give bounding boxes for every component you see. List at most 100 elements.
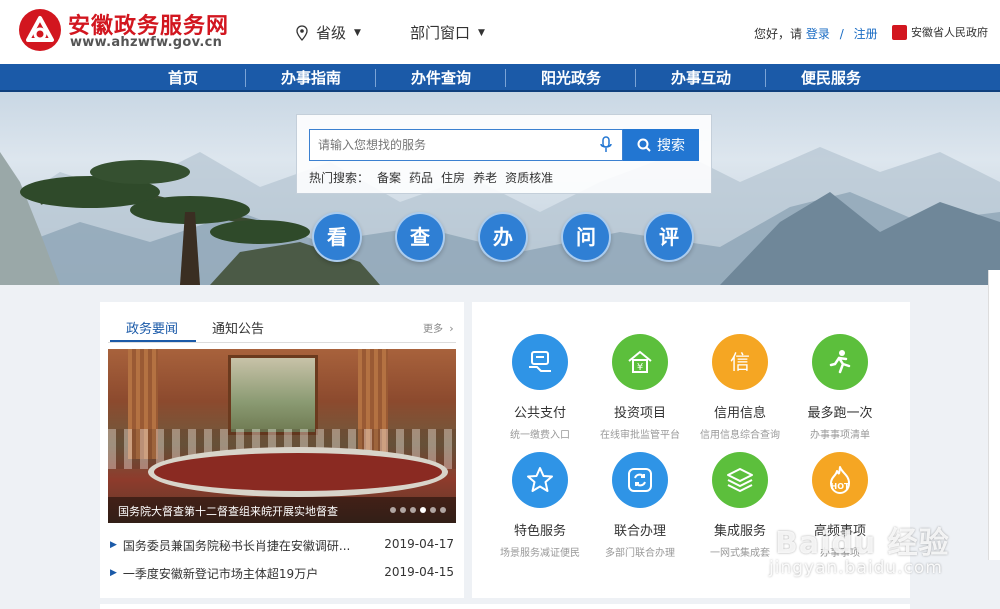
main-nav: 首页 办事指南 办件查询 阳光政务 办事互动 便民服务 <box>0 64 1000 92</box>
search-button[interactable]: 搜索 <box>623 129 699 161</box>
nav-item-convenience[interactable]: 便民服务 <box>766 64 896 92</box>
bullet-icon: ▶ <box>110 568 117 578</box>
slide-dot[interactable] <box>420 507 426 513</box>
side-float-bar[interactable] <box>988 270 1000 560</box>
news-date: 2019-04-17 <box>384 537 454 551</box>
search-input[interactable] <box>309 129 623 161</box>
site-logo-icon[interactable] <box>18 8 62 52</box>
service-name: 集成服务 <box>713 524 766 539</box>
runner-icon <box>829 350 851 374</box>
nav-item-interaction[interactable]: 办事互动 <box>636 64 766 92</box>
tab-announcements[interactable]: 通知公告 <box>212 318 264 337</box>
region-selector[interactable]: 省级 ▼ <box>296 22 361 43</box>
service-name: 高频事项 <box>813 524 866 539</box>
slide-dot[interactable] <box>400 507 406 513</box>
tab-divider <box>108 342 456 343</box>
bullet-icon: ▶ <box>110 540 117 550</box>
news-slideshow[interactable]: 国务院大督查第十二督查组来皖开展实地督查 <box>108 349 456 523</box>
hero-banner: 搜索 热门搜索： 备案 药品 住房 养老 资质核准 看 查 办 问 评 <box>0 92 1000 285</box>
service-public-payment[interactable]: 公共支付 统一缴费入口 <box>490 334 590 441</box>
service-icon-circle: ¥ <box>612 334 668 390</box>
more-link[interactable]: 更多 › <box>423 320 454 335</box>
service-name: 信用信息 <box>713 406 766 421</box>
news-title: 一季度安徽新登记市场主体超19万户 <box>122 567 319 581</box>
location-pin-icon <box>296 24 308 41</box>
hot-keyword[interactable]: 住房 <box>441 169 465 186</box>
svg-text:¥: ¥ <box>637 362 643 373</box>
service-icon-circle <box>712 452 768 508</box>
slide-caption[interactable]: 国务院大督查第十二督查组来皖开展实地督查 <box>118 503 338 519</box>
hot-search-label: 热门搜索： <box>309 171 370 185</box>
news-title: 国务委员兼国务院秘书长肖捷在安徽调研... <box>122 539 351 553</box>
nav-item-query[interactable]: 办件查询 <box>376 64 506 92</box>
credit-icon: 信 <box>730 350 750 374</box>
quick-action-check[interactable]: 查 <box>395 212 445 262</box>
nav-item-home[interactable]: 首页 <box>118 64 248 92</box>
active-tab-indicator <box>110 340 196 342</box>
chevron-down-icon: ▼ <box>478 27 485 38</box>
microphone-icon[interactable] <box>599 136 613 154</box>
service-icon-circle <box>812 334 868 390</box>
hot-badge: HOT <box>830 482 850 491</box>
department-label: 部门窗口 <box>410 24 471 42</box>
service-high-frequency[interactable]: HOT 高频事项 办事事项 <box>790 452 890 559</box>
service-subtitle: 在线审批监管平台 <box>600 430 680 441</box>
quick-action-view[interactable]: 看 <box>312 212 362 262</box>
separator: / <box>839 27 844 41</box>
user-greeting: 您好，请 登录 / 注册 <box>754 25 878 42</box>
hot-keyword[interactable]: 药品 <box>409 169 433 186</box>
provincial-government-link[interactable]: 安徽省人民政府 <box>892 24 988 40</box>
nav-item-guide[interactable]: 办事指南 <box>246 64 376 92</box>
slide-caption-bar: 国务院大督查第十二督查组来皖开展实地督查 <box>108 497 456 523</box>
news-item[interactable]: ▶ 一季度安徽新登记市场主体超19万户 2019-04-15 <box>110 565 454 582</box>
news-panel: 政务要闻 通知公告 更多 › 国务院大督查第十二督查组来皖开展实地督查 ▶ 国务… <box>100 302 464 598</box>
hot-keyword[interactable]: 备案 <box>377 169 401 186</box>
site-url: www.ahzwfw.gov.cn <box>70 35 223 50</box>
slide-indicators <box>390 507 446 513</box>
photo-decoration <box>228 355 318 435</box>
government-seal-icon <box>892 24 907 40</box>
service-name: 投资项目 <box>613 406 666 421</box>
slide-dot[interactable] <box>390 507 396 513</box>
service-investment[interactable]: ¥ 投资项目 在线审批监管平台 <box>590 334 690 441</box>
service-subtitle: 统一缴费入口 <box>510 430 570 441</box>
slide-dot[interactable] <box>430 507 436 513</box>
service-credit[interactable]: 信 信用信息 信用信息综合查询 <box>690 334 790 441</box>
service-integrated[interactable]: 集成服务 一网式集成套 <box>690 452 790 559</box>
service-subtitle: 一网式集成套 <box>710 548 770 559</box>
greeting-text: 您好，请 <box>754 27 803 41</box>
slide-dot[interactable] <box>410 507 416 513</box>
quick-action-ask[interactable]: 问 <box>561 212 611 262</box>
chevron-down-icon: ▼ <box>354 27 361 38</box>
house-yen-icon: ¥ <box>628 350 652 373</box>
quick-action-handle[interactable]: 办 <box>478 212 528 262</box>
tab-government-news[interactable]: 政务要闻 <box>126 318 178 337</box>
service-joint-handling[interactable]: 联合办理 多部门联合办理 <box>590 452 690 559</box>
service-featured[interactable]: 特色服务 场景服务减证便民 <box>490 452 590 559</box>
login-link[interactable]: 登录 <box>806 27 830 41</box>
service-icon-circle <box>512 452 568 508</box>
hot-keyword[interactable]: 养老 <box>473 169 497 186</box>
star-icon <box>527 467 553 492</box>
quick-action-rate[interactable]: 评 <box>644 212 694 262</box>
search-button-label: 搜索 <box>657 138 685 154</box>
slide-dot[interactable] <box>440 507 446 513</box>
service-icon-circle: HOT <box>812 452 868 508</box>
search-panel: 搜索 热门搜索： 备案 药品 住房 养老 资质核准 <box>296 114 712 194</box>
service-run-once[interactable]: 最多跑一次 办事事项清单 <box>790 334 890 441</box>
svg-text:信: 信 <box>730 350 750 374</box>
service-subtitle: 多部门联合办理 <box>605 548 675 559</box>
sync-icon <box>628 468 652 492</box>
service-name: 特色服务 <box>513 524 566 539</box>
more-label: 更多 <box>423 324 443 335</box>
next-section-edge <box>100 604 910 609</box>
hot-keyword[interactable]: 资质核准 <box>505 169 553 186</box>
service-subtitle: 信用信息综合查询 <box>700 430 780 441</box>
department-selector[interactable]: 部门窗口 ▼ <box>410 22 485 43</box>
register-link[interactable]: 注册 <box>854 27 878 41</box>
nav-item-sunshine[interactable]: 阳光政务 <box>506 64 636 92</box>
service-subtitle: 办事事项清单 <box>810 430 870 441</box>
photo-decoration <box>148 447 448 497</box>
news-item[interactable]: ▶ 国务委员兼国务院秘书长肖捷在安徽调研... 2019-04-17 <box>110 537 454 554</box>
hot-searches: 热门搜索： 备案 药品 住房 养老 资质核准 <box>309 169 553 186</box>
